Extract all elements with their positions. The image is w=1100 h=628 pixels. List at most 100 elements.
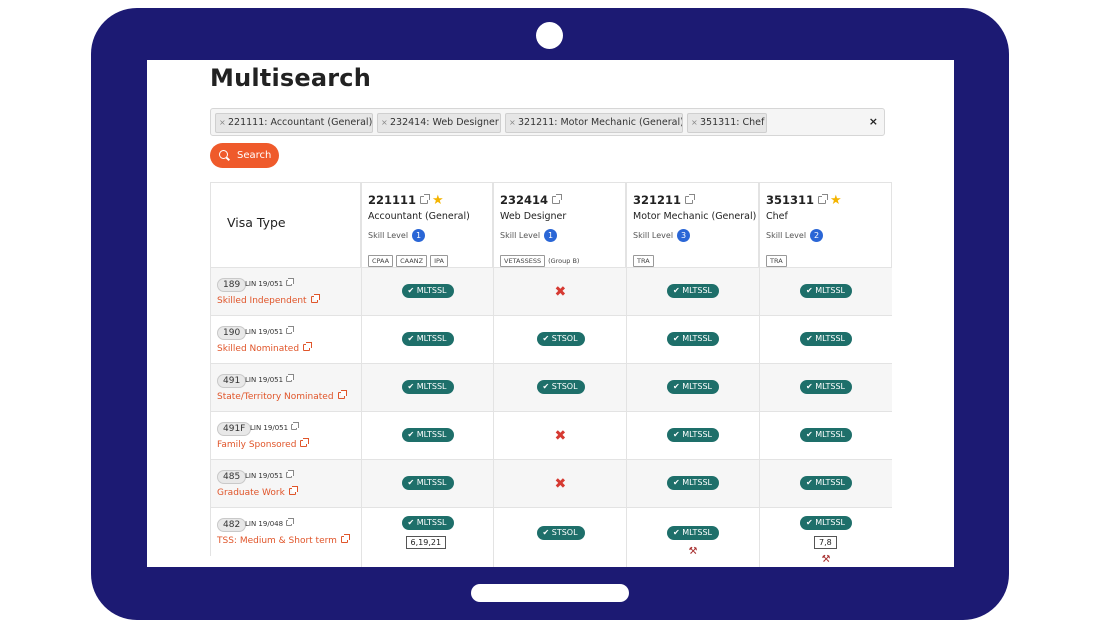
- occupation-code-text[interactable]: 321211: [633, 193, 681, 207]
- remove-chip-icon[interactable]: ×: [691, 114, 698, 132]
- lin-text[interactable]: LIN 19/051: [245, 280, 283, 288]
- legislative-instrument[interactable]: LIN 19/051: [245, 278, 295, 288]
- legislative-instrument[interactable]: LIN 19/051: [245, 374, 295, 384]
- lin-text[interactable]: LIN 19/051: [245, 472, 283, 480]
- external-link-icon[interactable]: [340, 534, 350, 543]
- cross-icon: ✖: [554, 284, 567, 300]
- eligibility-cell: ✔ MLTSSL ⚒: [626, 508, 759, 567]
- external-link-icon[interactable]: [288, 486, 298, 495]
- legislative-instrument[interactable]: LIN 19/051: [245, 326, 295, 336]
- eligibility-cell: ✔ MLTSSL: [361, 460, 493, 508]
- occupation-code[interactable]: 221111 ★: [368, 193, 444, 208]
- chip-label: 351311: Chef: [700, 117, 765, 128]
- clear-all-icon[interactable]: ×: [869, 115, 878, 128]
- external-link-icon[interactable]: [286, 470, 295, 478]
- external-link-icon[interactable]: [337, 390, 347, 399]
- eligibility-cell: ✔ MLTSSL: [626, 460, 759, 508]
- skill-level: Skill Level 1: [500, 229, 558, 242]
- external-link-icon[interactable]: [286, 374, 295, 382]
- skill-level-label: Skill Level: [633, 231, 674, 240]
- legislative-instrument[interactable]: LIN 19/048: [245, 518, 295, 528]
- assessing-authority-tag: CAANZ: [396, 255, 428, 267]
- visa-name[interactable]: Skilled Independent: [217, 296, 307, 306]
- lin-text[interactable]: LIN 19/048: [245, 520, 283, 528]
- skill-level-label: Skill Level: [766, 231, 807, 240]
- list-badge: ✔ MLTSSL: [800, 332, 853, 346]
- search-chip[interactable]: × 351311: Chef: [687, 113, 767, 133]
- gavel-icon: ⚒: [688, 546, 698, 557]
- visa-name-link[interactable]: Graduate Work: [217, 486, 298, 498]
- legislative-instrument[interactable]: LIN 19/051: [250, 422, 300, 432]
- occupation-code-text[interactable]: 351311: [766, 193, 814, 207]
- occupation-code[interactable]: 232414: [500, 193, 563, 207]
- home-button[interactable]: [471, 584, 629, 602]
- visa-name[interactable]: State/Territory Nominated: [217, 392, 334, 402]
- visa-subclass-badge: 491F: [217, 422, 252, 436]
- table-row: 482 LIN 19/048 TSS: Medium & Short term ✔ M…: [210, 508, 892, 567]
- visa-name[interactable]: Graduate Work: [217, 488, 285, 498]
- search-chip[interactable]: × 321211: Motor Mechanic (General): [505, 113, 683, 133]
- list-badge: ✔ MLTSSL: [667, 284, 720, 298]
- search-chip[interactable]: × 232414: Web Designer: [377, 113, 501, 133]
- search-chip[interactable]: × 221111: Accountant (General): [215, 113, 373, 133]
- remove-chip-icon[interactable]: ×: [381, 114, 388, 132]
- external-link-icon[interactable]: [420, 194, 431, 204]
- occupation-name: Web Designer: [500, 211, 567, 222]
- external-link-icon[interactable]: [286, 278, 295, 286]
- skill-level-label: Skill Level: [500, 231, 541, 240]
- caveat-codes[interactable]: 6,19,21: [405, 536, 447, 549]
- caveat-codes[interactable]: 7,8: [814, 536, 837, 549]
- list-badge: ✔ MLTSSL: [667, 526, 720, 540]
- page-title: Multisearch: [210, 64, 372, 92]
- assessing-authority-tag: TRA: [766, 255, 787, 267]
- skill-level: Skill Level 2: [766, 229, 824, 242]
- eligibility-cell: ✖: [493, 268, 626, 316]
- search-input[interactable]: × 221111: Accountant (General) × 232414:…: [210, 108, 885, 136]
- visa-name[interactable]: Skilled Nominated: [217, 344, 299, 354]
- occupation-code[interactable]: 321211: [633, 193, 696, 207]
- external-link-icon[interactable]: [552, 194, 563, 204]
- visa-name-link[interactable]: State/Territory Nominated: [217, 390, 347, 402]
- search-button[interactable]: Search: [210, 143, 279, 168]
- gavel-icon: ⚒: [821, 554, 831, 565]
- visa-name-link[interactable]: TSS: Medium & Short term: [217, 534, 350, 546]
- external-link-icon[interactable]: [300, 438, 310, 447]
- assessing-authorities: TRA: [633, 248, 657, 267]
- external-link-icon[interactable]: [286, 326, 295, 334]
- remove-chip-icon[interactable]: ×: [509, 114, 516, 132]
- eligibility-cell: ✔ MLTSSL: [626, 268, 759, 316]
- visa-name[interactable]: Family Sponsored: [217, 440, 296, 450]
- legislative-instrument[interactable]: LIN 19/051: [245, 470, 295, 480]
- occupation-code-text[interactable]: 221111: [368, 193, 416, 207]
- external-link-icon[interactable]: [291, 422, 300, 430]
- visa-name-link[interactable]: Skilled Independent: [217, 294, 320, 306]
- visa-name[interactable]: TSS: Medium & Short term: [217, 536, 337, 546]
- occupation-code-text[interactable]: 232414: [500, 193, 548, 207]
- occupation-name: Accountant (General): [368, 211, 470, 222]
- list-badge: ✔ MLTSSL: [800, 516, 853, 530]
- chip-label: 232414: Web Designer: [390, 117, 499, 128]
- external-link-icon[interactable]: [310, 294, 320, 303]
- eligibility-cell: ✔ STSOL: [493, 508, 626, 567]
- skill-level-badge: 3: [677, 229, 691, 242]
- external-link-icon[interactable]: [286, 518, 295, 526]
- list-badge: ✔ STSOL: [536, 380, 585, 394]
- external-link-icon[interactable]: [303, 342, 313, 351]
- lin-text[interactable]: LIN 19/051: [250, 424, 288, 432]
- list-badge: ✔ MLTSSL: [800, 428, 853, 442]
- visa-subclass-badge: 485: [217, 470, 247, 484]
- skill-level-badge: 1: [412, 229, 426, 242]
- visa-name-link[interactable]: Skilled Nominated: [217, 342, 313, 354]
- eligibility-cell: ✔ MLTSSL: [759, 460, 892, 508]
- eligibility-cell: ✔ MLTSSL: [759, 316, 892, 364]
- lin-text[interactable]: LIN 19/051: [245, 328, 283, 336]
- list-badge: ✔ MLTSSL: [401, 284, 454, 298]
- assessing-authorities: VETASSESS (Group B): [500, 248, 579, 267]
- tag-note: (Group B): [548, 257, 580, 265]
- occupation-code[interactable]: 351311 ★: [766, 193, 842, 208]
- visa-name-link[interactable]: Family Sponsored: [217, 438, 310, 450]
- remove-chip-icon[interactable]: ×: [219, 114, 226, 132]
- lin-text[interactable]: LIN 19/051: [245, 376, 283, 384]
- external-link-icon[interactable]: [685, 194, 696, 204]
- external-link-icon[interactable]: [818, 194, 829, 204]
